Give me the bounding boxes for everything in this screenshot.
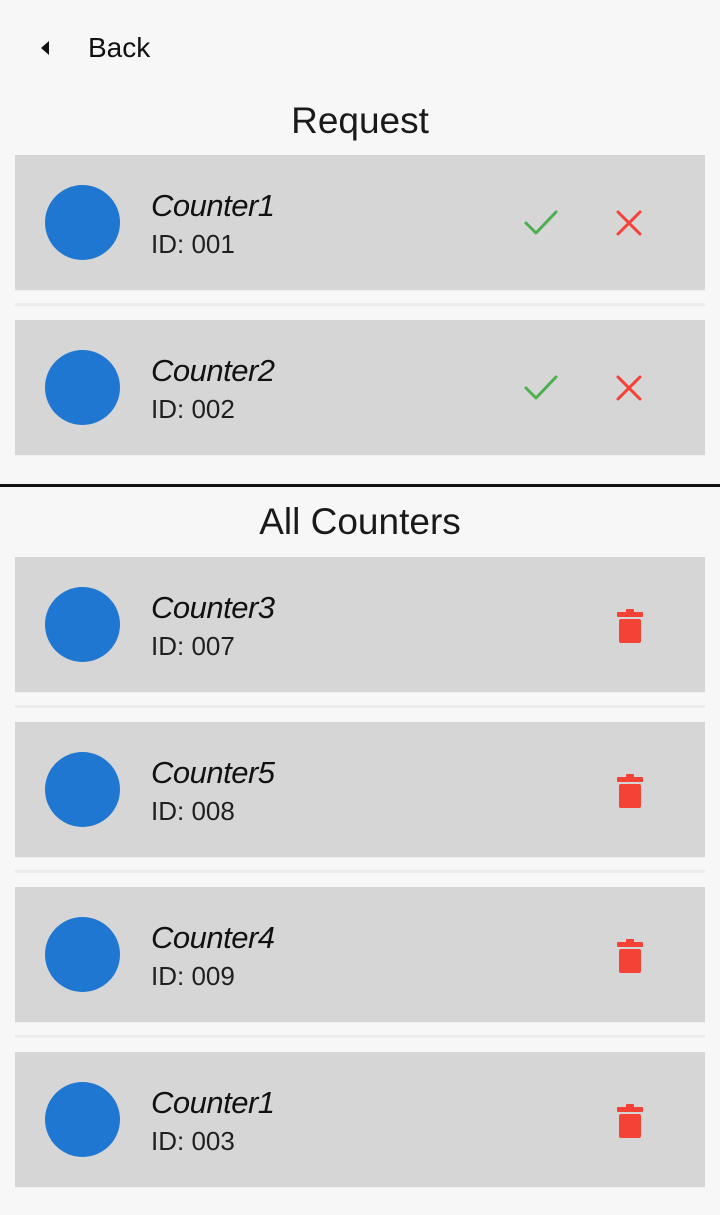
list-separator <box>15 870 705 873</box>
counter-name: Counter4 <box>151 920 275 955</box>
reject-button[interactable] <box>613 370 645 406</box>
avatar <box>45 350 120 425</box>
close-icon <box>616 375 642 401</box>
request-section-title: Request <box>291 100 429 141</box>
counter-id: ID: 001 <box>151 229 235 259</box>
counter-id: ID: 007 <box>151 631 235 661</box>
counter-id: ID: 003 <box>151 1126 235 1156</box>
list-separator <box>15 705 705 708</box>
counter-card-2: Counter5 ID: 008 <box>15 722 705 857</box>
counter-card-1: Counter3 ID: 007 <box>15 557 705 692</box>
all-counters-section-title: All Counters <box>259 501 461 542</box>
counter-id: ID: 008 <box>151 796 235 826</box>
check-icon <box>524 210 558 235</box>
top-bar: Back <box>0 0 720 96</box>
avatar <box>45 587 120 662</box>
delete-button[interactable] <box>613 771 647 811</box>
counter-name: Counter3 <box>151 590 275 625</box>
counter-id: ID: 009 <box>151 961 235 991</box>
counter-name: Counter1 <box>151 1085 275 1120</box>
avatar <box>45 752 120 827</box>
back-label: Back <box>88 32 151 63</box>
avatar <box>45 185 120 260</box>
counter-card-3: Counter4 ID: 009 <box>15 887 705 1022</box>
reject-button[interactable] <box>613 205 645 241</box>
accept-button[interactable] <box>520 204 562 242</box>
avatar <box>45 1082 120 1157</box>
counter-name: Counter5 <box>151 755 275 790</box>
avatar <box>45 917 120 992</box>
request-card-2: Counter2 ID: 002 <box>15 320 705 455</box>
accept-button[interactable] <box>520 369 562 407</box>
trash-icon <box>617 609 643 643</box>
caret-left-icon <box>38 38 52 58</box>
list-separator <box>15 1035 705 1038</box>
trash-icon <box>617 1104 643 1138</box>
counter-card-4: Counter1 ID: 003 <box>15 1052 705 1187</box>
counter-id: ID: 002 <box>151 394 235 424</box>
request-card-1: Counter1 ID: 001 <box>15 155 705 290</box>
delete-button[interactable] <box>613 936 647 976</box>
counter-name: Counter1 <box>151 188 275 223</box>
delete-button[interactable] <box>613 1101 647 1141</box>
trash-icon <box>617 939 643 973</box>
close-icon <box>616 210 642 236</box>
list-separator <box>15 303 705 306</box>
check-icon <box>524 375 558 400</box>
back-button[interactable]: Back <box>38 26 150 70</box>
delete-button[interactable] <box>613 606 647 646</box>
trash-icon <box>617 774 643 808</box>
counter-name: Counter2 <box>151 353 275 388</box>
section-divider <box>0 484 720 487</box>
